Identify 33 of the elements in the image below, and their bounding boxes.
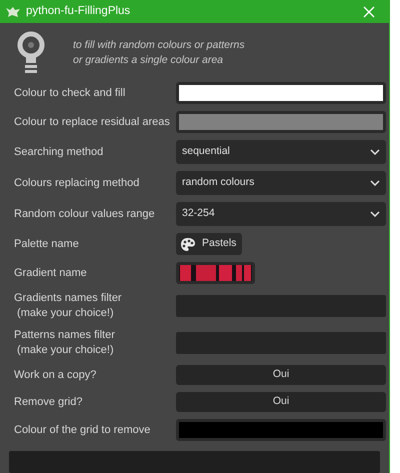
palette-button[interactable]: Pastels bbox=[176, 233, 242, 255]
field-label: Work on a copy? bbox=[14, 368, 98, 382]
field-label: Palette name bbox=[14, 236, 80, 252]
field-label: Random colour values range bbox=[14, 206, 156, 222]
color-button[interactable] bbox=[176, 82, 386, 104]
field-label: Searching method bbox=[14, 144, 104, 160]
chevron-down-icon bbox=[370, 211, 380, 217]
input-field[interactable] bbox=[176, 332, 386, 354]
field-label: Gradients names filter (make your choice!) bbox=[14, 291, 123, 321]
app-icon bbox=[5, 6, 21, 18]
chevron-down-icon bbox=[370, 180, 380, 186]
field-label: Colour to check and fill bbox=[14, 86, 126, 100]
window-title: python-fu-FillingPlus bbox=[26, 4, 132, 19]
field-label: Colour to replace residual areas bbox=[14, 114, 171, 130]
description-text: to fill with random colours or patterns bbox=[73, 38, 245, 53]
field-label: Remove grid? bbox=[14, 394, 84, 410]
dropdown[interactable]: 32-254 bbox=[176, 202, 386, 226]
color-button[interactable] bbox=[176, 419, 386, 441]
color-button[interactable] bbox=[176, 111, 386, 133]
field-label: Colours replacing method bbox=[14, 176, 140, 190]
toggle-button[interactable]: Oui bbox=[176, 365, 386, 385]
field-label: Colour of the grid to remove bbox=[14, 422, 152, 438]
field-label: Gradient name bbox=[14, 266, 88, 280]
toggle-button[interactable]: Oui bbox=[176, 392, 386, 412]
dropdown[interactable]: random colours bbox=[176, 171, 386, 195]
description-text: or gradients a single colour area bbox=[73, 53, 224, 68]
input-field[interactable] bbox=[176, 295, 386, 317]
palette-icon bbox=[180, 236, 196, 252]
close-icon[interactable] bbox=[363, 6, 375, 18]
field-label: Patterns names filter (make your choice!) bbox=[14, 328, 116, 358]
lightbulb-icon bbox=[17, 31, 45, 75]
dropdown[interactable]: sequential bbox=[176, 140, 386, 164]
chevron-down-icon bbox=[370, 149, 380, 155]
